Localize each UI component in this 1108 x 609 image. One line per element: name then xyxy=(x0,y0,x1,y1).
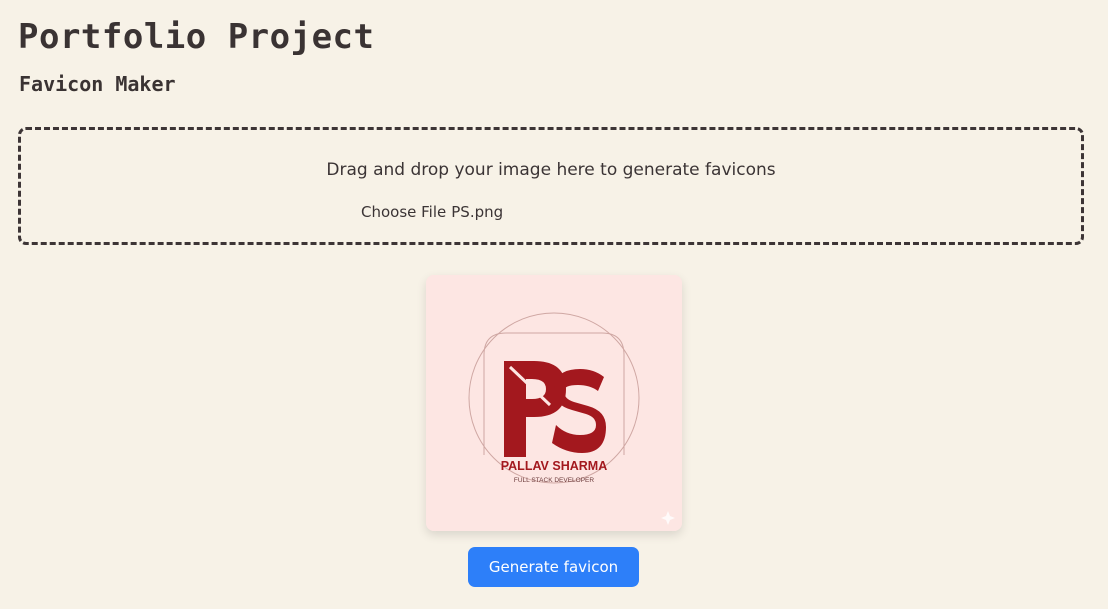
logo-tagline: FULL STACK DEVELOPER xyxy=(514,477,594,484)
logo-name: PALLAV SHARMA xyxy=(501,459,607,473)
logo-monogram xyxy=(504,361,606,457)
page-subtitle: Favicon Maker xyxy=(19,72,176,96)
generate-favicon-button[interactable]: Generate favicon xyxy=(468,547,639,587)
logo-image: PALLAV SHARMA FULL STACK DEVELOPER xyxy=(426,275,682,531)
image-dropzone[interactable]: Drag and drop your image here to generat… xyxy=(18,127,1084,245)
file-input[interactable]: Choose File PS.png xyxy=(361,203,503,221)
page-title: Portfolio Project xyxy=(18,17,375,57)
image-preview: PALLAV SHARMA FULL STACK DEVELOPER xyxy=(426,275,682,531)
dropzone-instruction: Drag and drop your image here to generat… xyxy=(326,160,776,180)
selected-file-name: PS.png xyxy=(451,203,504,221)
choose-file-button[interactable]: Choose File xyxy=(361,203,446,221)
